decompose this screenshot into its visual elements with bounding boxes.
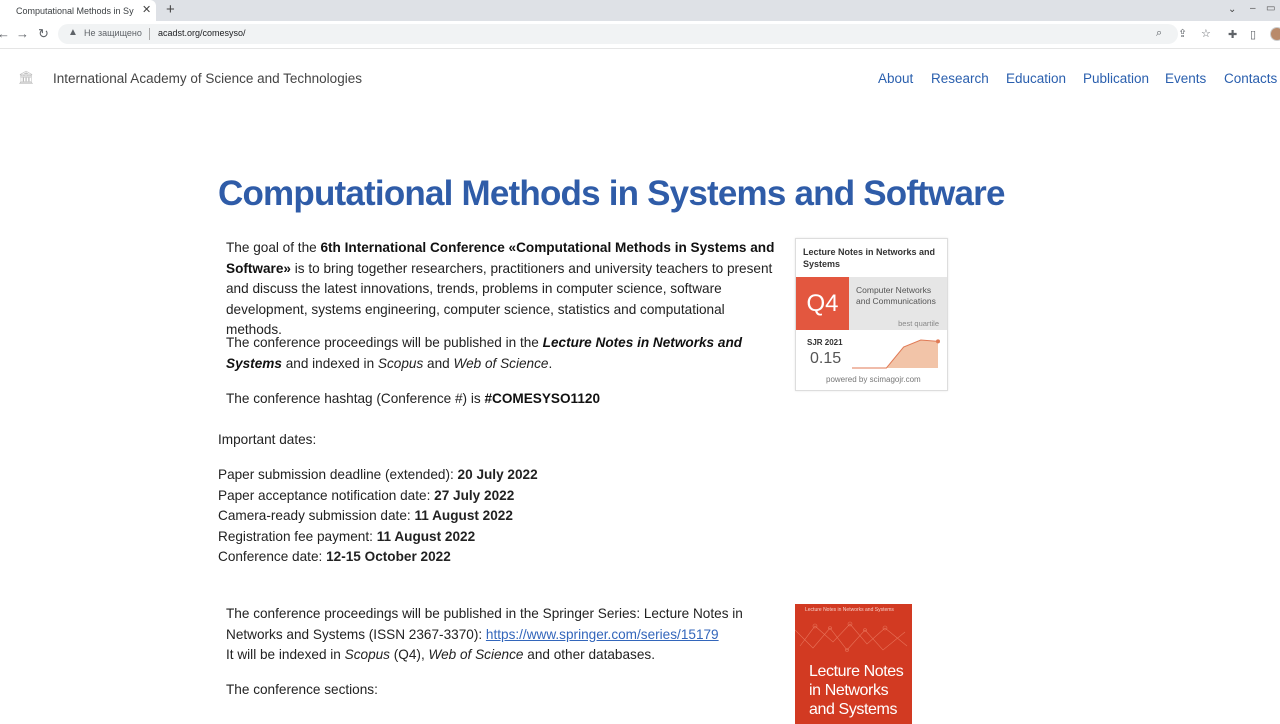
browser-tab-bar: Computational Methods in Systems and Sof… [0, 0, 1280, 21]
insecure-label[interactable]: Не защищено [84, 28, 142, 38]
springer-series-link[interactable]: https://www.springer.com/series/15179 [486, 627, 719, 642]
sjr-badge[interactable]: Lecture Notes in Networks and Systems Q4… [795, 238, 948, 391]
close-tab-icon[interactable]: ✕ [142, 3, 151, 16]
sjr-journal-name: Lecture Notes in Networks and Systems [803, 247, 936, 269]
sjr-trend-area [852, 340, 938, 368]
sjr-year-label: SJR 2021 [807, 338, 843, 347]
sjr-category: Computer Networks and Communications [856, 285, 936, 306]
cover-series-name: Lecture Notes in Networks and Systems [805, 607, 894, 613]
date-item: Camera-ready submission date: 11 August … [218, 508, 513, 524]
profile-avatar[interactable] [1270, 27, 1280, 41]
maximize-icon[interactable]: ▭ [1266, 3, 1275, 14]
tab-search-chevron-icon[interactable]: ⌄ [1228, 4, 1236, 15]
book-cover-image: Lecture Notes in Networks and Systems Le… [795, 604, 912, 724]
proceedings-paragraph: The conference proceedings will be publi… [226, 335, 743, 371]
cover-network-pattern [795, 621, 908, 652]
tab-title: Computational Methods in Systems and Sof… [16, 5, 134, 16]
nav-contacts[interactable]: Contacts [1224, 71, 1277, 86]
conference-sections-label: The conference sections: [226, 682, 378, 697]
sjr-trend-point [936, 339, 940, 344]
important-dates-label: Important dates: [218, 432, 317, 447]
date-item: Paper acceptance notification date: 27 J… [218, 487, 515, 503]
side-panel-icon[interactable]: ▯ [1250, 28, 1256, 41]
site-name[interactable]: International Academy of Science and Tec… [53, 71, 362, 86]
date-item: Paper submission deadline (extended): 20… [218, 467, 538, 482]
omnibox[interactable]: ▲ Не защищено acadst.org/comesyso/ ⌕ ⇪ ☆ [58, 24, 1211, 44]
bookmark-star-icon[interactable]: ☆ [1201, 27, 1211, 40]
dates-list: Paper submission deadline (extended): 20… [218, 465, 538, 568]
date-item: Registration fee payment: 11 August 2022 [218, 528, 476, 544]
share-icon[interactable]: ⇪ [1178, 27, 1187, 40]
address-toolbar: ← → ↻ ▲ Не защищено acadst.org/comesyso/… [0, 21, 1280, 49]
page-title: Computational Methods in Systems and Sof… [218, 174, 1005, 213]
minimize-icon[interactable]: – [1250, 3, 1256, 14]
cover-title: Lecture Notes in Networks and Systems [809, 663, 904, 718]
nav-about[interactable]: About [878, 71, 913, 86]
nav-research[interactable]: Research [931, 71, 989, 86]
browser-tab[interactable]: Computational Methods in Systems and Sof… [0, 0, 156, 21]
sjr-quartile: Q4 [796, 277, 849, 330]
zoom-icon[interactable]: ⌕ [1156, 27, 1162, 40]
intro-paragraph: The goal of the 6th International Confer… [226, 240, 775, 338]
sjr-powered-by: powered by scimagojr.com [826, 375, 921, 384]
forward-arrow-icon[interactable]: → [16, 26, 29, 41]
springer-paragraph: The conference proceedings will be publi… [226, 606, 743, 663]
reload-icon[interactable]: ↻ [38, 26, 49, 42]
url-text[interactable]: acadst.org/comesyso/ [158, 28, 246, 38]
new-tab-icon[interactable]: + [166, 1, 175, 18]
back-arrow-icon[interactable]: ← [0, 26, 10, 41]
nav-education[interactable]: Education [1006, 71, 1066, 86]
nav-events[interactable]: Events [1165, 71, 1206, 86]
hashtag-paragraph: The conference hashtag (Conference #) is… [226, 391, 601, 406]
sjr-best-quartile: best quartile [898, 319, 939, 328]
academy-building-icon[interactable]: 🏛 [18, 70, 35, 86]
extensions-puzzle-icon[interactable]: ✚ [1228, 28, 1237, 41]
omnibox-divider [149, 28, 150, 40]
warning-icon[interactable]: ▲ [68, 27, 78, 38]
date-item: Conference date: 12-15 October 2022 [218, 549, 451, 565]
sjr-quartile-band: Q4 Computer Networks and Communications … [796, 277, 947, 330]
sjr-trend-chart [852, 339, 940, 369]
sjr-value: 0.15 [810, 350, 842, 367]
nav-publication[interactable]: Publication [1083, 71, 1149, 86]
